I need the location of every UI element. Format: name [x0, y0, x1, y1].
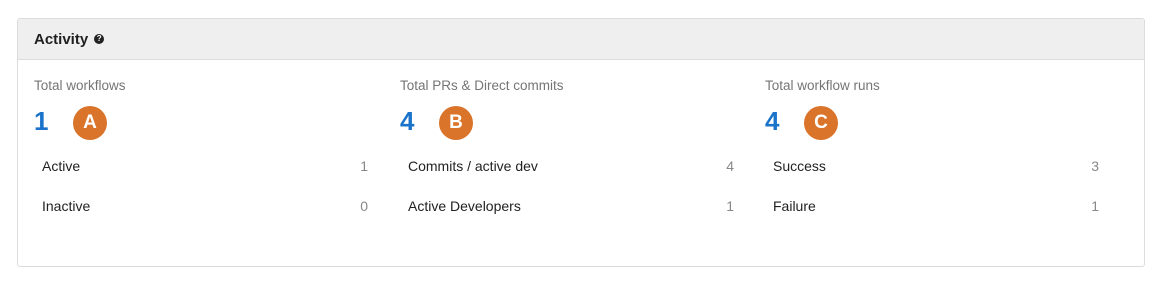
metric-row: Inactive 0 — [42, 196, 368, 216]
column-label: Total workflows — [34, 78, 126, 93]
column-label: Total PRs & Direct commits — [400, 78, 564, 93]
annotation-badge: C — [804, 106, 838, 140]
total-row: 1 A — [34, 104, 234, 140]
annotation-badge: B — [439, 106, 473, 140]
metric-value: 3 — [1091, 158, 1099, 174]
metric-label: Inactive — [42, 198, 91, 214]
total-row: 4 C — [765, 104, 965, 140]
metric-value: 1 — [360, 158, 368, 174]
total-value[interactable]: 1 — [34, 104, 48, 138]
metric-label: Commits / active dev — [408, 158, 538, 174]
metric-row: Commits / active dev 4 — [408, 156, 734, 176]
activity-columns: Total workflows 1 A Active 1 Inactive 0 … — [18, 60, 1144, 266]
panel-header: Activity ? — [18, 19, 1144, 60]
metric-row: Failure 1 — [773, 196, 1099, 216]
activity-panel: Activity ? Total workflows 1 A Active 1 … — [17, 18, 1145, 267]
metric-label: Failure — [773, 198, 816, 214]
metric-value: 0 — [360, 198, 368, 214]
metric-label: Active Developers — [408, 198, 521, 214]
metric-value: 4 — [726, 158, 734, 174]
metric-label: Success — [773, 158, 826, 174]
metric-value: 1 — [726, 198, 734, 214]
panel-title: Activity — [34, 30, 89, 48]
metric-row: Success 3 — [773, 156, 1099, 176]
column-label: Total workflow runs — [765, 78, 880, 93]
metric-row: Active 1 — [42, 156, 368, 176]
total-value[interactable]: 4 — [765, 104, 779, 138]
metric-label: Active — [42, 158, 81, 174]
question-circle-icon[interactable]: ? — [94, 34, 105, 44]
total-value[interactable]: 4 — [400, 104, 414, 138]
total-row: 4 B — [400, 104, 600, 140]
metric-value: 1 — [1091, 198, 1099, 214]
annotation-badge: A — [73, 106, 107, 140]
metric-row: Active Developers 1 — [408, 196, 734, 216]
